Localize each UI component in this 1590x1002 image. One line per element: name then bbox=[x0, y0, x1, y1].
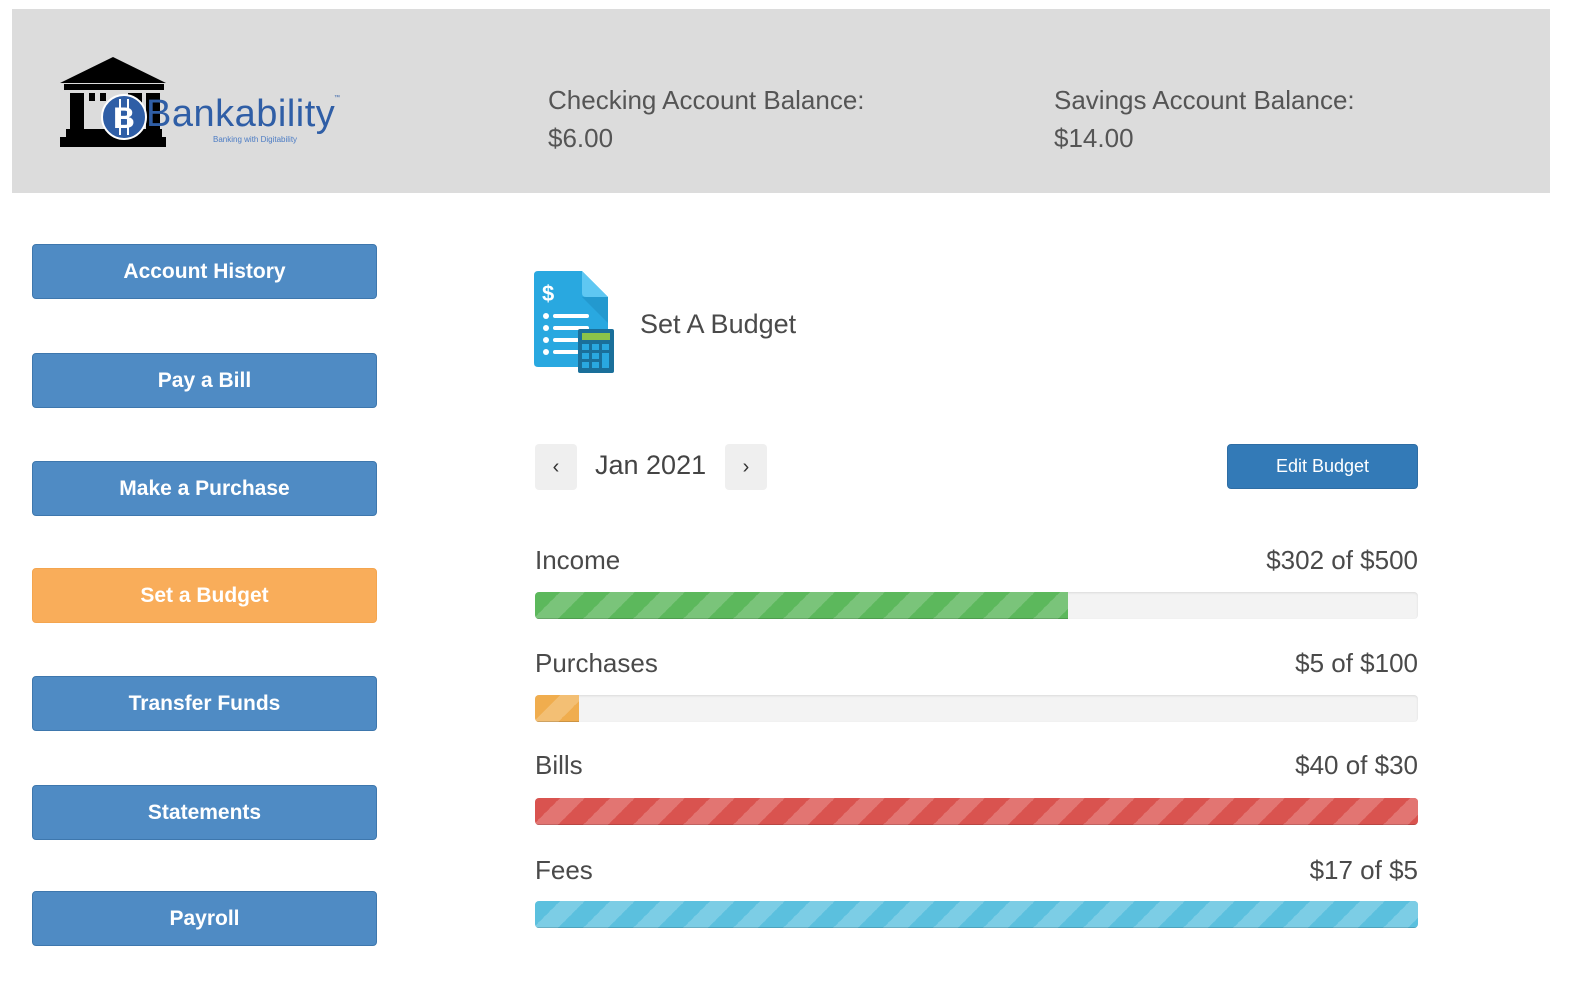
sidebar-item-make-a-purchase[interactable]: Make a Purchase bbox=[32, 461, 377, 516]
progress-bar-fill-purchases bbox=[535, 695, 580, 722]
bankability-logo[interactable]: B Bankability ™ Banking with Digitabilit… bbox=[58, 55, 340, 151]
sidebar-item-transfer-funds[interactable]: Transfer Funds bbox=[32, 676, 377, 731]
checking-balance-label: Checking Account Balance: bbox=[548, 85, 865, 115]
chevron-right-icon: › bbox=[742, 455, 750, 478]
svg-text:$: $ bbox=[542, 281, 554, 306]
edit-budget-button[interactable]: Edit Budget bbox=[1227, 444, 1418, 489]
sidebar-item-payroll[interactable]: Payroll bbox=[32, 891, 377, 946]
sidebar-item-set-a-budget[interactable]: Set a Budget bbox=[32, 568, 377, 623]
savings-balance-value: $14.00 bbox=[1054, 123, 1134, 153]
category-amount: $5 of $100 bbox=[1295, 648, 1418, 678]
progress-bar-track bbox=[535, 592, 1418, 619]
category-label: Purchases bbox=[535, 648, 658, 678]
svg-text:B: B bbox=[113, 102, 135, 135]
page-title: Set A Budget bbox=[640, 309, 797, 339]
next-month-button[interactable]: › bbox=[725, 444, 767, 490]
previous-month-button[interactable]: ‹ bbox=[535, 444, 577, 490]
checking-balance-value: $6.00 bbox=[548, 123, 614, 153]
category-label: Income bbox=[535, 545, 621, 575]
logo-tagline: Banking with Digitability bbox=[213, 135, 298, 144]
progress-bar-track bbox=[535, 798, 1418, 825]
budget-document-calculator-icon: $ bbox=[534, 271, 614, 373]
savings-balance-label: Savings Account Balance: bbox=[1054, 85, 1355, 115]
sidebar-item-statements[interactable]: Statements bbox=[32, 785, 377, 840]
progress-bar-fill-income bbox=[535, 592, 1069, 619]
progress-bar-fill-fees bbox=[535, 901, 1418, 928]
progress-bar-track bbox=[535, 695, 1418, 722]
logo-trademark: ™ bbox=[334, 95, 340, 101]
chevron-left-icon: ‹ bbox=[552, 455, 560, 478]
category-amount: $17 of $5 bbox=[1309, 855, 1418, 885]
category-amount: $40 of $30 bbox=[1295, 750, 1418, 780]
logo-wordmark: Bankability bbox=[146, 93, 336, 135]
category-label: Bills bbox=[535, 750, 583, 780]
sidebar-item-pay-a-bill[interactable]: Pay a Bill bbox=[32, 353, 377, 408]
progress-bar-fill-bills bbox=[535, 798, 1418, 825]
category-amount: $302 of $500 bbox=[1266, 545, 1418, 575]
progress-bar-track bbox=[535, 901, 1418, 928]
category-label: Fees bbox=[535, 855, 593, 885]
checking-balance: Checking Account Balance: $6.00 bbox=[548, 81, 865, 157]
sidebar-item-account-history[interactable]: Account History bbox=[32, 244, 377, 299]
savings-balance: Savings Account Balance: $14.00 bbox=[1054, 81, 1355, 157]
header: B Bankability ™ Banking with Digitabilit… bbox=[12, 9, 1550, 193]
month-label: Jan 2021 bbox=[595, 450, 707, 480]
